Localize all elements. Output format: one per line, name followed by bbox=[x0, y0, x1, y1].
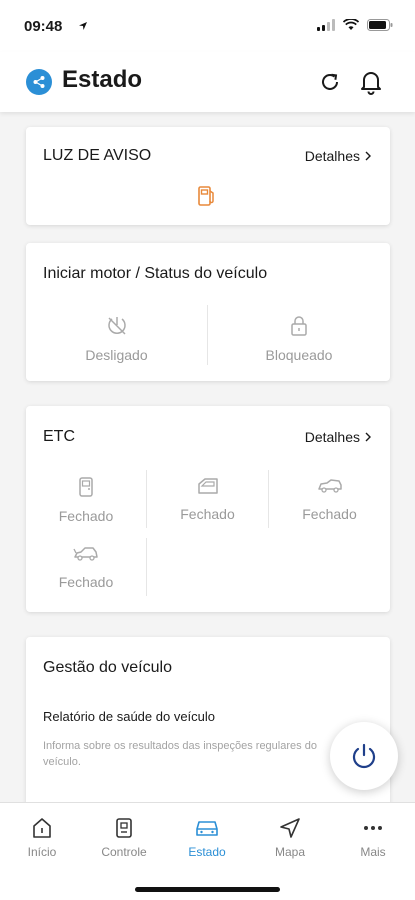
hood-status-label: Fechado bbox=[58, 574, 114, 590]
details-label: Detalhes bbox=[304, 148, 360, 164]
window-status-item: Fechado bbox=[147, 476, 268, 522]
door-status-label: Fechado bbox=[58, 508, 114, 524]
tab-label: Início bbox=[27, 845, 57, 859]
lock-status-item: Bloqueado bbox=[208, 315, 390, 363]
signal-icon bbox=[317, 19, 335, 31]
fuel-pump-icon bbox=[198, 186, 214, 206]
tab-label: Estado bbox=[188, 845, 226, 859]
etc-card[interactable]: ETC Detalhes Fechado Fechado Fechado Fec… bbox=[26, 406, 390, 612]
tab-estado[interactable]: Estado bbox=[167, 817, 247, 859]
car-icon bbox=[196, 821, 218, 836]
trunk-icon bbox=[317, 479, 342, 493]
hood-status-item: Fechado bbox=[26, 544, 146, 590]
management-card-title: Gestão do veículo bbox=[43, 659, 172, 676]
etc-card-title: ETC bbox=[43, 428, 75, 445]
tab-inicio[interactable]: Início bbox=[2, 817, 82, 859]
navigation-icon bbox=[280, 818, 300, 838]
trunk-status-item: Fechado bbox=[269, 476, 390, 522]
home-indicator bbox=[135, 887, 280, 892]
bottom-tab-bar: Início Controle Estado Mapa Mais bbox=[0, 802, 415, 900]
window-status-label: Fechado bbox=[180, 506, 235, 522]
engine-off-icon bbox=[107, 317, 126, 335]
details-label: Detalhes bbox=[304, 429, 360, 445]
app-header: Estado bbox=[0, 52, 415, 112]
wifi-icon bbox=[343, 19, 359, 30]
location-arrow-icon bbox=[79, 22, 87, 30]
lock-status-label: Bloqueado bbox=[265, 347, 333, 363]
hood-icon bbox=[73, 547, 98, 561]
tab-label: Mais bbox=[360, 845, 386, 859]
door-icon bbox=[79, 477, 93, 497]
door-status-item: Fechado bbox=[26, 476, 146, 524]
content-area[interactable]: LUZ DE AVISO Detalhes Iniciar motor / St… bbox=[0, 112, 415, 802]
power-icon bbox=[352, 743, 376, 769]
refresh-icon[interactable] bbox=[318, 70, 342, 94]
engine-card-title: Iniciar motor / Status do veículo bbox=[43, 265, 268, 282]
warning-card-title: LUZ DE AVISO bbox=[43, 147, 152, 164]
bell-icon[interactable] bbox=[360, 69, 382, 95]
engine-status-label: Desligado bbox=[85, 347, 148, 363]
trunk-status-label: Fechado bbox=[302, 506, 357, 522]
status-time: 09:48 bbox=[24, 18, 63, 35]
tab-controle[interactable]: Controle bbox=[84, 817, 164, 859]
vehicle-management-card[interactable]: Gestão do veículo Relatório de saúde do … bbox=[26, 637, 390, 802]
health-report-title[interactable]: Relatório de saúde do veículo bbox=[43, 709, 215, 724]
tab-label: Mapa bbox=[274, 845, 306, 859]
page-title: Estado bbox=[62, 66, 143, 93]
tab-mais[interactable]: Mais bbox=[333, 817, 413, 859]
home-icon bbox=[33, 818, 51, 838]
power-button[interactable] bbox=[330, 722, 398, 790]
engine-status-card[interactable]: Iniciar motor / Status do veículo Deslig… bbox=[26, 243, 390, 381]
chevron-right-icon bbox=[365, 151, 371, 161]
engine-status-item: Desligado bbox=[26, 315, 207, 363]
health-report-description: Informa sobre os resultados das inspeçõe… bbox=[43, 740, 317, 768]
chevron-right-icon bbox=[365, 432, 371, 442]
warning-light-card[interactable]: LUZ DE AVISO Detalhes bbox=[26, 127, 390, 225]
share-icon[interactable] bbox=[26, 69, 52, 95]
etc-details-link[interactable]: Detalhes bbox=[305, 429, 372, 445]
more-icon bbox=[364, 826, 382, 830]
window-icon bbox=[197, 478, 218, 494]
battery-icon bbox=[367, 19, 393, 31]
lock-icon bbox=[291, 316, 307, 336]
tab-mapa[interactable]: Mapa bbox=[250, 817, 330, 859]
tab-label: Controle bbox=[101, 845, 147, 859]
remote-control-icon bbox=[116, 818, 132, 838]
status-bar: 09:48 bbox=[0, 0, 415, 52]
divider bbox=[146, 538, 147, 596]
warning-details-link[interactable]: Detalhes bbox=[305, 148, 372, 164]
